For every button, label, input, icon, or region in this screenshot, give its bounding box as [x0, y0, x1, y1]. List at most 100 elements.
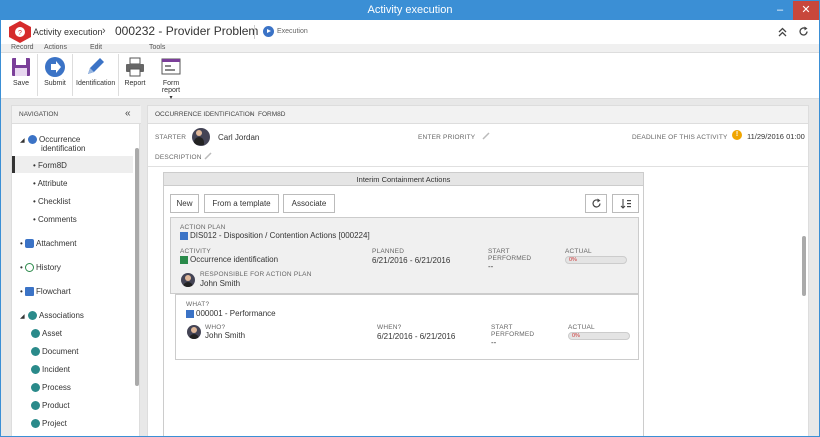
edit-priority-pencil-icon[interactable] — [482, 132, 490, 140]
identification-button[interactable]: Identification — [76, 56, 115, 87]
nav-product[interactable]: Product — [31, 401, 70, 411]
who-avatar — [187, 325, 201, 339]
activity-icon — [180, 255, 188, 264]
nav-label: Checklist — [38, 197, 71, 206]
content-scrollbar[interactable] — [802, 236, 806, 296]
performed-value: -- — [488, 262, 494, 271]
nav-label: Attribute — [37, 179, 68, 188]
nav-incident[interactable]: Incident — [31, 365, 70, 375]
action-plan-label: ACTION PLAN — [180, 224, 226, 231]
nav-history[interactable]: • History — [20, 263, 61, 273]
collapse-up-icon[interactable] — [778, 27, 787, 37]
save-button[interactable]: Save — [10, 56, 32, 87]
app-logo-icon: ? — [9, 21, 31, 43]
collapse-navigation-button[interactable]: « — [125, 108, 131, 119]
nav-comments[interactable]: • Comments — [33, 215, 77, 224]
start-label: START — [488, 248, 510, 255]
when-value: 6/21/2016 - 6/21/2016 — [377, 332, 456, 341]
who-value: John Smith — [205, 331, 246, 340]
nav-process[interactable]: Process — [31, 383, 71, 393]
navigation-scrollbar[interactable] — [135, 148, 139, 386]
sort-button[interactable] — [612, 194, 639, 213]
planned-value: 6/21/2016 - 6/21/2016 — [372, 256, 451, 265]
incident-icon — [31, 365, 40, 375]
product-icon — [31, 401, 40, 411]
refresh-button[interactable] — [585, 194, 607, 213]
performed-value: -- — [491, 338, 497, 347]
performed-label: PERFORMED — [488, 255, 532, 262]
report-button[interactable]: Report — [123, 56, 147, 87]
from-template-button[interactable]: From a template — [204, 194, 279, 213]
ribbon-separator — [118, 54, 119, 96]
document-icon — [31, 347, 40, 357]
group-edit: Edit — [90, 44, 103, 51]
app-window: Activity execution – ✕ ? Activity execut… — [0, 0, 820, 437]
new-button[interactable]: New — [170, 194, 199, 213]
svg-text:?: ? — [18, 30, 22, 37]
nav-label: Occurrence — [39, 135, 81, 144]
action-plan-card[interactable]: ACTION PLAN DIS012 - Disposition / Conte… — [170, 217, 639, 294]
nav-form8d[interactable]: • Form8D — [33, 161, 67, 170]
nav-label: Attachment — [36, 239, 77, 248]
description-label: DESCRIPTION — [155, 154, 202, 161]
selected-indicator — [12, 156, 133, 173]
nav-label: Product — [42, 401, 70, 410]
page-title: 000232 - Provider Problem — [115, 24, 259, 38]
nav-document[interactable]: Document — [31, 347, 79, 357]
nav-attribute[interactable]: • Attribute — [33, 179, 67, 188]
submit-button[interactable]: Submit — [42, 56, 68, 87]
process-icon — [31, 383, 40, 393]
activity-text: Occurrence identification — [190, 255, 279, 264]
nav-occurrence-identification[interactable]: ◢ Occurrence — [20, 135, 81, 145]
warning-icon: ! — [732, 130, 742, 140]
navigation-header: NAVIGATION « — [12, 106, 141, 124]
nav-label: Asset — [42, 329, 63, 338]
associations-icon — [28, 311, 37, 321]
actual-label: ACTUAL — [565, 248, 592, 255]
paperclip-icon — [25, 239, 35, 249]
nav-associations[interactable]: ◢ Associations — [20, 311, 84, 321]
flowchart-icon — [25, 287, 35, 297]
starter-label: STARTER — [155, 134, 187, 141]
nav-attachment[interactable]: • Attachment — [20, 239, 77, 249]
breadcrumb-separator: › — [250, 111, 253, 118]
nav-checklist[interactable]: • Checklist — [33, 197, 70, 206]
sort-icon — [620, 199, 631, 209]
form-report-icon — [161, 58, 181, 75]
ribbon-separator — [72, 54, 73, 96]
who-label: WHO? — [205, 324, 226, 331]
action-card[interactable]: WHAT? 000001 - Performance WHO? John Smi… — [175, 294, 639, 360]
nav-label: Flowchart — [36, 287, 71, 296]
progress-text: 0% — [569, 257, 577, 263]
close-button[interactable]: ✕ — [793, 1, 819, 20]
responsible-avatar — [181, 273, 195, 287]
deadline-label: DEADLINE OF THIS ACTIVITY — [632, 134, 728, 141]
activity-value: Occurrence identification — [180, 255, 278, 264]
nav-asset[interactable]: Asset — [31, 329, 63, 339]
submit-arrow-icon — [45, 57, 65, 77]
navigation-panel: NAVIGATION « ◢ Occurrence identification … — [11, 105, 141, 436]
breadcrumb-item[interactable]: OCCURRENCE IDENTIFICATION — [155, 111, 255, 118]
minimize-button[interactable]: – — [767, 1, 793, 20]
ribbon-separator — [37, 54, 38, 96]
nav-label: Comments — [38, 215, 77, 224]
priority-label: ENTER PRIORITY — [418, 134, 476, 141]
nav-occurrence-identification-line2[interactable]: identification — [41, 144, 85, 153]
refresh-icon[interactable] — [798, 26, 809, 37]
form-report-button[interactable]: Form report ▾ — [153, 56, 189, 101]
refresh-icon — [591, 198, 601, 208]
nav-flowchart[interactable]: • Flowchart — [20, 287, 71, 297]
ribbon-group-bar: Record Actions Edit Tools — [1, 44, 819, 53]
nav-label: Document — [42, 347, 79, 356]
edit-description-pencil-icon[interactable] — [204, 152, 212, 160]
group-actions: Actions — [44, 44, 67, 51]
breadcrumb-item: FORM8D — [258, 111, 286, 118]
associate-button[interactable]: Associate — [283, 194, 335, 213]
submit-label: Submit — [44, 80, 66, 87]
nav-project[interactable]: Project — [31, 419, 67, 429]
asset-icon — [31, 329, 40, 339]
action-plan-value: DIS012 - Disposition / Contention Action… — [180, 231, 370, 240]
project-icon — [31, 419, 40, 429]
window-title: Activity execution — [367, 4, 453, 16]
panel-title: Interim Containment Actions — [164, 173, 643, 186]
